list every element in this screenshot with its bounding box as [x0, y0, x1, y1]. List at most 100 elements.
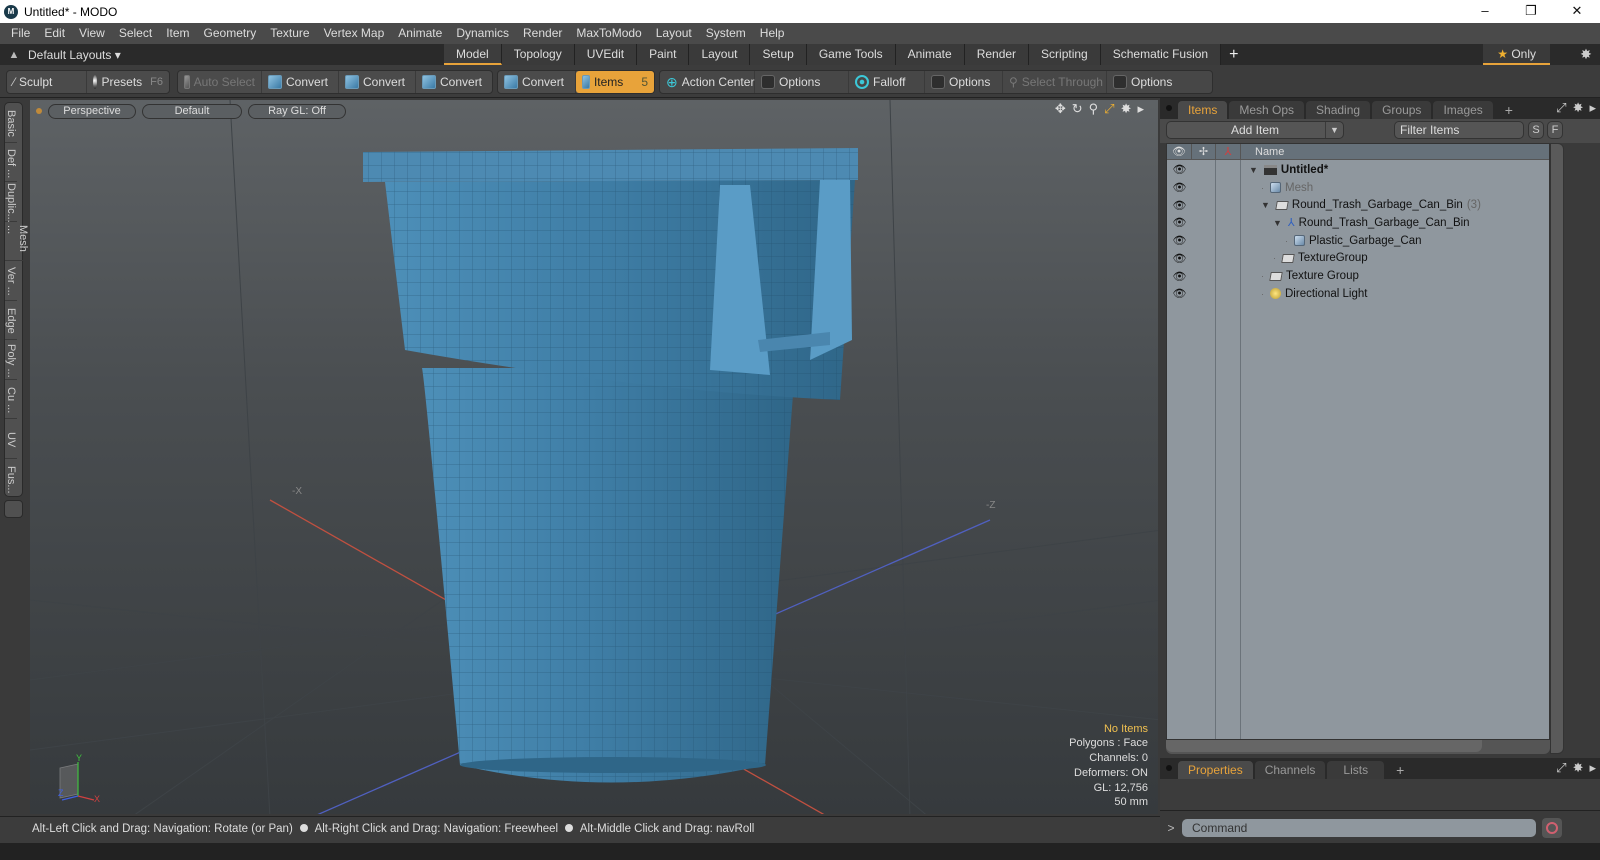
menu-texture[interactable]: Texture: [263, 23, 316, 44]
sculpt-button[interactable]: ⁄ Sculpt: [7, 71, 87, 93]
menu-edit[interactable]: Edit: [37, 23, 72, 44]
tab-items[interactable]: Items: [1178, 101, 1228, 119]
left-tab-vertex[interactable]: Ver ...: [5, 261, 17, 301]
action-center-options-button[interactable]: Options: [755, 71, 849, 93]
tree-row[interactable]: 👁 · Directional Light: [1167, 285, 1549, 303]
panel-gear-icon[interactable]: ✸: [1573, 760, 1584, 776]
add-item-button[interactable]: Add Item ▼: [1166, 121, 1344, 139]
s-filter-button[interactable]: S: [1528, 121, 1544, 139]
expand-arrow-icon[interactable]: ▸: [1137, 101, 1144, 117]
falloff-button[interactable]: Falloff: [849, 71, 925, 93]
tree-item[interactable]: ▼ Untitled*: [1249, 164, 1328, 176]
visibility-eye-icon[interactable]: 👁: [1167, 181, 1192, 194]
left-tab-edge[interactable]: Edge: [5, 301, 17, 340]
tab-paint[interactable]: Paint: [637, 44, 690, 65]
menu-layout[interactable]: Layout: [649, 23, 699, 44]
visibility-eye-icon[interactable]: 👁: [1167, 199, 1192, 212]
name-column-header[interactable]: Name: [1241, 144, 1284, 159]
convert-polygons-button[interactable]: Convert: [416, 71, 492, 93]
panel-menu-dot[interactable]: [1166, 105, 1172, 111]
tree-item[interactable]: ▼ ⅄ Round_Trash_Garbage_Can_Bin: [1273, 216, 1470, 230]
tab-uvedit[interactable]: UVEdit: [574, 44, 638, 65]
3d-viewport[interactable]: -X -Z Perspective Default Ray GL: Off ✥ …: [28, 98, 1160, 816]
panel-gear-icon[interactable]: ✸: [1573, 100, 1584, 116]
add-panel-tab-button[interactable]: +: [1495, 101, 1523, 119]
command-input[interactable]: Command: [1182, 818, 1536, 837]
panel-menu-dot[interactable]: [1166, 765, 1172, 771]
lock-column-icon[interactable]: ✢: [1192, 144, 1216, 159]
tab-lists[interactable]: Lists: [1327, 761, 1385, 779]
left-tab-duplicate[interactable]: Duplic...: [5, 182, 17, 223]
f-filter-button[interactable]: F: [1547, 121, 1563, 139]
menu-system[interactable]: System: [699, 23, 753, 44]
left-tab-curve[interactable]: Cu ...: [5, 380, 17, 419]
menu-item[interactable]: Item: [159, 23, 196, 44]
left-tab-uv[interactable]: UV: [5, 419, 17, 459]
panel-arrow-icon[interactable]: ▸: [1589, 760, 1596, 776]
menu-file[interactable]: File: [4, 23, 37, 44]
chevron-down-icon[interactable]: ▼: [1325, 122, 1343, 138]
tab-model[interactable]: Model: [444, 44, 502, 65]
visibility-eye-icon[interactable]: 👁: [1167, 234, 1192, 247]
expand-panel-icon[interactable]: ⤢: [1556, 760, 1566, 776]
tree-row[interactable]: 👁 · TextureGroup: [1167, 250, 1549, 268]
tab-animate[interactable]: Animate: [895, 44, 965, 65]
action-center-button[interactable]: ⊕ Action Center: [660, 71, 755, 93]
falloff-options-button[interactable]: Options: [925, 71, 1003, 93]
vertical-scrollbar[interactable]: [1550, 143, 1564, 754]
tree-item[interactable]: · Directional Light: [1261, 288, 1367, 300]
minimize-button[interactable]: –: [1462, 0, 1508, 23]
layout-selector[interactable]: Default Layouts ▾: [28, 48, 121, 62]
viewport-menu-dot[interactable]: [36, 108, 42, 114]
tree-row[interactable]: 👁 ▼ ⅄ Round_Trash_Garbage_Can_Bin: [1167, 214, 1549, 232]
auto-select-button[interactable]: Auto Select: [178, 71, 262, 93]
add-panel-tab-button[interactable]: +: [1386, 761, 1414, 779]
horizontal-scrollbar[interactable]: [1166, 740, 1550, 754]
zoom-icon[interactable]: ⚲: [1089, 101, 1099, 117]
left-tab-deform[interactable]: Def ...: [5, 143, 17, 182]
tree-row[interactable]: 👁 ▼ Untitled*: [1167, 161, 1549, 179]
tree-row[interactable]: 👁 ▼ Round_Trash_Garbage_Can_Bin (3): [1167, 196, 1549, 214]
visibility-eye-icon[interactable]: 👁: [1167, 216, 1192, 229]
tree-item[interactable]: ▼ Round_Trash_Garbage_Can_Bin (3): [1261, 199, 1481, 211]
left-tab-fusion[interactable]: Fus...: [5, 459, 17, 499]
record-macro-button[interactable]: [1542, 817, 1562, 838]
tab-images[interactable]: Images: [1433, 101, 1493, 119]
tab-layout[interactable]: Layout: [689, 44, 751, 65]
select-through-options-button[interactable]: Options: [1107, 71, 1187, 93]
expand-triangle-icon[interactable]: ▼: [1273, 218, 1282, 228]
menu-render[interactable]: Render: [516, 23, 569, 44]
menu-view[interactable]: View: [72, 23, 112, 44]
menu-maxtomodo[interactable]: MaxToModo: [569, 23, 648, 44]
tab-render[interactable]: Render: [964, 44, 1030, 65]
panel-arrow-icon[interactable]: ▸: [1589, 100, 1596, 116]
expand-triangle-icon[interactable]: ▼: [1249, 165, 1258, 175]
visibility-eye-icon[interactable]: 👁: [1167, 163, 1192, 176]
tab-game-tools[interactable]: Game Tools: [806, 44, 896, 65]
maximize-button[interactable]: ❐: [1508, 0, 1554, 23]
menu-geometry[interactable]: Geometry: [197, 23, 264, 44]
menu-vertex-map[interactable]: Vertex Map: [317, 23, 392, 44]
view-type-dropdown[interactable]: Perspective: [48, 103, 136, 119]
tab-schematic-fusion[interactable]: Schematic Fusion: [1100, 44, 1222, 65]
tab-setup[interactable]: Setup: [750, 44, 807, 65]
rotate-icon[interactable]: ↻: [1072, 101, 1083, 117]
expand-triangle-icon[interactable]: ▼: [1261, 200, 1270, 210]
tree-item[interactable]: · Texture Group: [1261, 270, 1359, 282]
pan-icon[interactable]: ✥: [1055, 101, 1066, 117]
tab-channels[interactable]: Channels: [1254, 761, 1326, 779]
layout-collapse-icon[interactable]: ▲: [0, 49, 28, 61]
convert-materials-button[interactable]: Convert: [498, 71, 576, 93]
shading-dropdown[interactable]: Default: [142, 103, 242, 119]
add-tab-button[interactable]: +: [1221, 44, 1246, 65]
items-mode-button[interactable]: Items 5: [576, 71, 654, 93]
tree-row[interactable]: 👁 · Texture Group: [1167, 267, 1549, 285]
tab-groups[interactable]: Groups: [1372, 101, 1432, 119]
tab-topology[interactable]: Topology: [501, 44, 575, 65]
tab-mesh-ops[interactable]: Mesh Ops: [1229, 101, 1305, 119]
tab-properties[interactable]: Properties: [1178, 761, 1253, 779]
menu-select[interactable]: Select: [112, 23, 159, 44]
visibility-column-icon[interactable]: 👁: [1167, 144, 1192, 159]
visibility-eye-icon[interactable]: 👁: [1167, 287, 1192, 300]
close-button[interactable]: ✕: [1554, 0, 1600, 23]
